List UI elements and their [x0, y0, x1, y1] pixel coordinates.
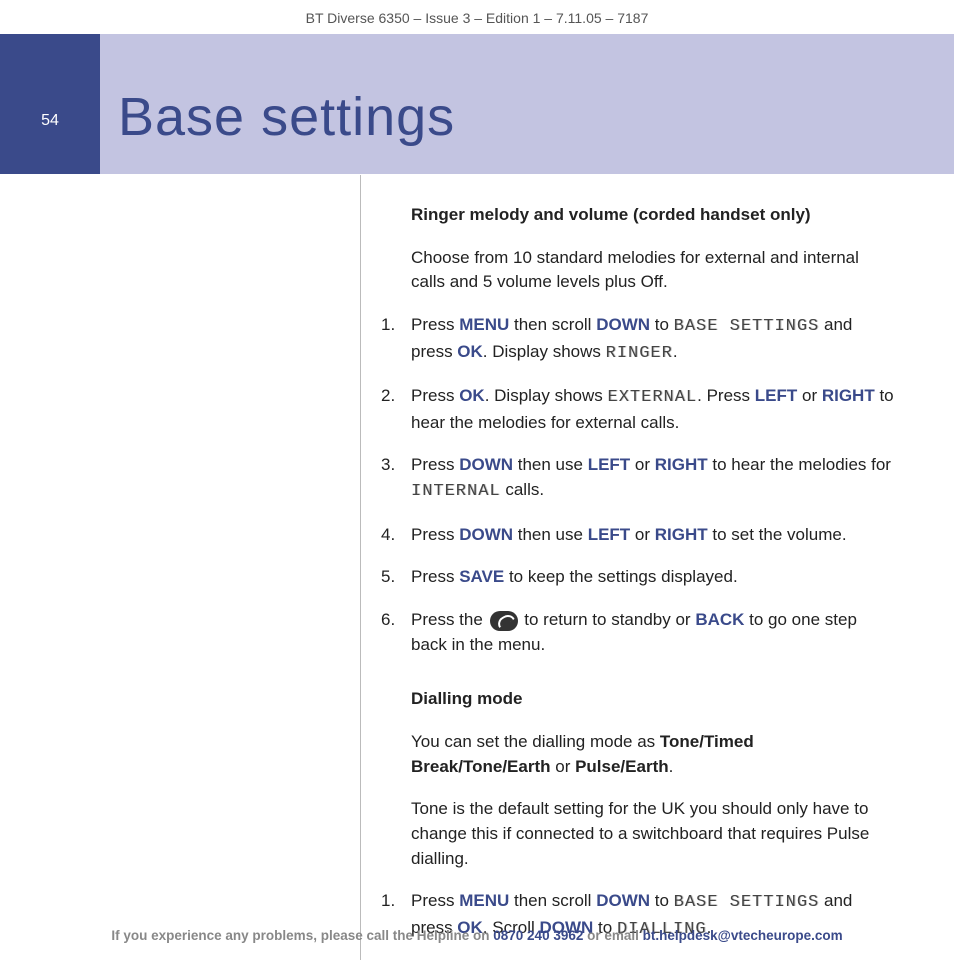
step-item: 3. Press DOWN then use LEFT or RIGHT to …: [411, 453, 895, 504]
step-text: Press: [411, 567, 459, 586]
key-label: RIGHT: [655, 455, 708, 474]
step-text: . Display shows: [485, 386, 608, 405]
step-number: 6.: [381, 608, 395, 633]
step-number: 2.: [381, 384, 395, 409]
step-number: 4.: [381, 523, 395, 548]
phone-icon: [490, 611, 518, 631]
step-item: 6. Press the to return to standby or BAC…: [411, 608, 895, 657]
step-text: Press the: [411, 610, 488, 629]
key-label: LEFT: [588, 455, 631, 474]
key-label: MENU: [459, 315, 509, 334]
step-number: 3.: [381, 453, 395, 478]
step-text: .: [673, 342, 678, 361]
step-text: then scroll: [509, 315, 596, 334]
key-label: RIGHT: [822, 386, 875, 405]
key-label: LEFT: [588, 525, 631, 544]
step-text: . Press: [697, 386, 755, 405]
key-label: RIGHT: [655, 525, 708, 544]
step-item: 2. Press OK. Display shows EXTERNAL. Pre…: [411, 384, 895, 435]
key-label: OK: [457, 342, 483, 361]
step-text: Press: [411, 525, 459, 544]
intro-text: .: [669, 757, 674, 776]
lcd-text: BASE SETTINGS: [674, 893, 820, 912]
lcd-text: BASE SETTINGS: [674, 317, 820, 336]
step-item: 5. Press SAVE to keep the settings displ…: [411, 565, 895, 590]
key-label: MENU: [459, 891, 509, 910]
doc-header: BT Diverse 6350 – Issue 3 – Edition 1 – …: [0, 0, 954, 34]
step-text: or: [797, 386, 822, 405]
key-label: BACK: [695, 610, 744, 629]
step-text: to keep the settings displayed.: [504, 567, 737, 586]
step-text: Press: [411, 386, 459, 405]
step-text: or: [630, 525, 655, 544]
footer-text: or email: [583, 928, 642, 943]
page-number: 54: [0, 112, 100, 130]
intro-bold: Pulse/Earth: [575, 757, 669, 776]
footer-phone: 0870 240 3962: [493, 928, 583, 943]
step-text: to: [650, 315, 674, 334]
step-item: 4. Press DOWN then use LEFT or RIGHT to …: [411, 523, 895, 548]
steps-list-ringer: 1. Press MENU then scroll DOWN to BASE S…: [411, 313, 895, 657]
step-text: to set the volume.: [708, 525, 847, 544]
step-number: 5.: [381, 565, 395, 590]
section-intro-dialling-1: You can set the dialling mode as Tone/Ti…: [411, 730, 895, 779]
key-label: DOWN: [459, 455, 513, 474]
step-item: 1. Press MENU then scroll DOWN to BASE S…: [411, 313, 895, 366]
intro-text: or: [551, 757, 576, 776]
section-intro-ringer: Choose from 10 standard melodies for ext…: [411, 246, 895, 295]
step-text: Press: [411, 315, 459, 334]
step-text: to hear the melodies for: [708, 455, 891, 474]
step-text: Press: [411, 455, 459, 474]
footer-email: bt.helpdesk@vtecheurope.com: [643, 928, 843, 943]
step-number: 1.: [381, 889, 395, 914]
page-number-block: 54: [0, 34, 100, 174]
intro-text: You can set the dialling mode as: [411, 732, 660, 751]
section-heading-ringer: Ringer melody and volume (corded handset…: [411, 203, 895, 228]
footer: If you experience any problems, please c…: [0, 928, 954, 943]
page-title: Base settings: [118, 86, 455, 148]
key-label: LEFT: [755, 386, 798, 405]
section-intro-dialling-2: Tone is the default setting for the UK y…: [411, 797, 895, 871]
main-content: Ringer melody and volume (corded handset…: [360, 175, 915, 960]
step-text: then scroll: [509, 891, 596, 910]
step-text: . Display shows: [483, 342, 606, 361]
lcd-text: INTERNAL: [411, 482, 501, 501]
lcd-text: EXTERNAL: [608, 388, 698, 407]
step-text: Press: [411, 891, 459, 910]
lcd-text: RINGER: [606, 344, 673, 363]
step-text: calls.: [501, 480, 544, 499]
section-heading-dialling: Dialling mode: [411, 687, 895, 712]
footer-text: If you experience any problems, please c…: [111, 928, 493, 943]
key-label: DOWN: [459, 525, 513, 544]
step-text: to: [650, 891, 674, 910]
step-text: to return to standby or: [520, 610, 696, 629]
step-text: then use: [513, 525, 588, 544]
step-text: or: [630, 455, 655, 474]
key-label: DOWN: [596, 315, 650, 334]
key-label: OK: [459, 386, 485, 405]
key-label: SAVE: [459, 567, 504, 586]
title-band: 54 Base settings: [0, 34, 954, 174]
key-label: DOWN: [596, 891, 650, 910]
step-text: then use: [513, 455, 588, 474]
step-number: 1.: [381, 313, 395, 338]
